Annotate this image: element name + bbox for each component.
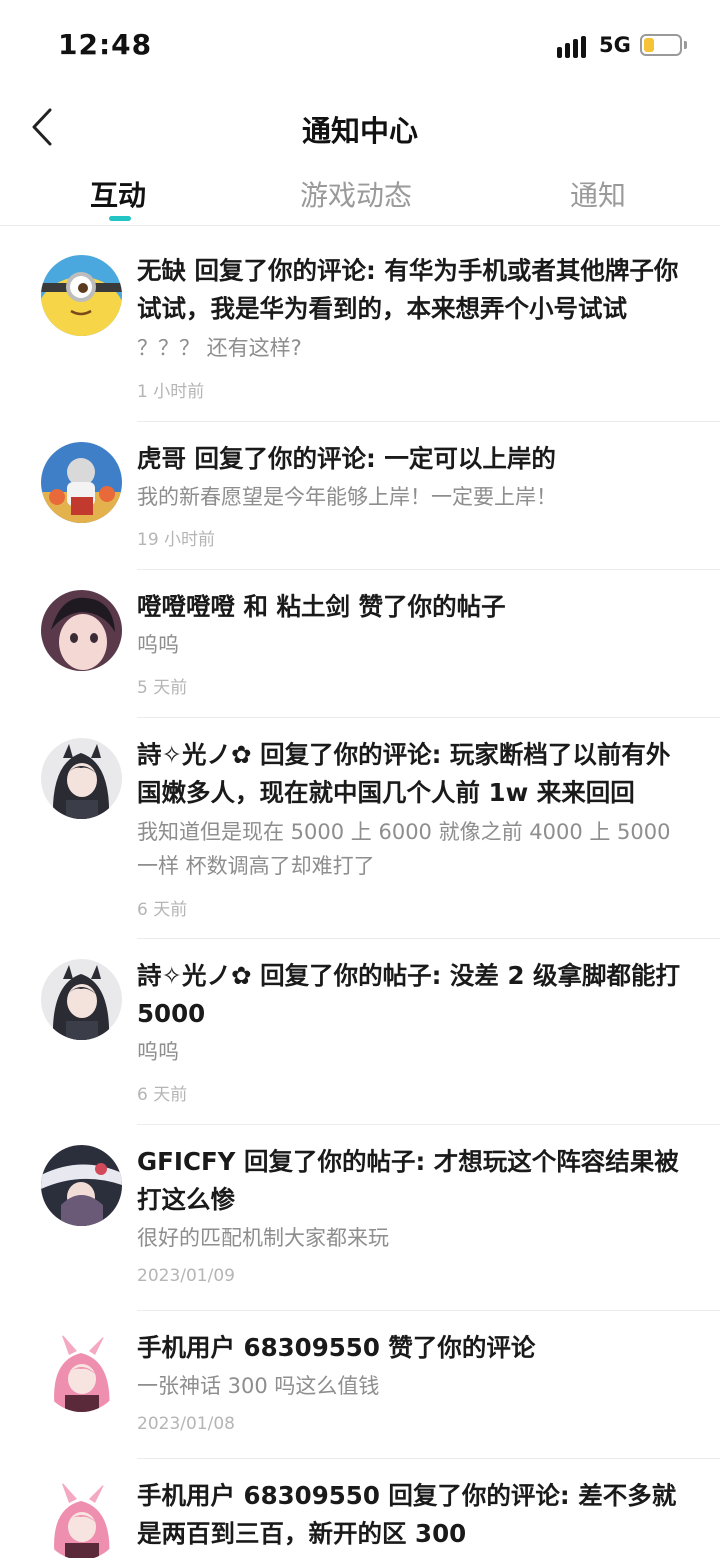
pink-hair-girl-avatar[interactable] xyxy=(41,1479,122,1558)
notification-time: 6 天前 xyxy=(137,900,188,920)
notification-content: 呜呜 xyxy=(137,633,179,657)
notification-content: 我知道但是现在 5000 上 6000 就像之前 4000 上 5000 一样 … xyxy=(137,820,671,878)
status-time: 12:48 xyxy=(58,28,153,61)
tab-game-news[interactable]: 游戏动态 xyxy=(300,174,412,214)
notification-time: 2023/01/08 xyxy=(137,1414,235,1434)
pink-hair-girl-avatar[interactable] xyxy=(41,1331,122,1412)
tab-bar: 互动 游戏动态 通知 xyxy=(0,166,720,226)
status-bar: 12:48 5G xyxy=(0,0,720,90)
notification-item[interactable]: 詩✧光ノ✿ 回复了你的帖子: 没差 2 级拿脚都能打 5000 呜呜 6 天前 xyxy=(0,939,720,1125)
notification-time: 1 小时前 xyxy=(137,382,205,402)
notification-time: 19 小时前 xyxy=(137,530,216,550)
battery-icon xyxy=(640,34,682,56)
notification-time: 6 天前 xyxy=(137,1085,188,1105)
anime-character-avatar[interactable] xyxy=(41,1145,122,1226)
page-title: 通知中心 xyxy=(301,114,418,148)
active-tab-indicator xyxy=(109,216,131,221)
notification-item[interactable]: 无缺 回复了你的评论: 有华为手机或者其他牌子你试试，我是华为看到的，本来想弄个… xyxy=(0,232,720,422)
notification-content: 一张神话 300 吗这么值钱 xyxy=(137,1374,380,1398)
notification-title: GFICFY 回复了你的帖子: 才想玩这个阵容结果被打这么惨 xyxy=(137,1147,679,1214)
signal-icon xyxy=(557,36,589,58)
notification-item[interactable]: 手机用户 68309550 赞了你的评论 一张神话 300 吗这么值钱 2023… xyxy=(0,1311,720,1459)
network-label: 5G xyxy=(599,33,631,57)
notification-item[interactable]: 手机用户 68309550 回复了你的评论: 差不多就是两百到三百，新开的区 3… xyxy=(0,1459,720,1558)
notification-item[interactable]: 虎哥 回复了你的评论: 一定可以上岸的 我的新春愿望是今年能够上岸！一定要上岸！… xyxy=(0,422,720,570)
anime-girl-dark-hair-avatar[interactable] xyxy=(41,959,122,1040)
battery-fill xyxy=(644,38,654,52)
notification-item[interactable]: 詩✧光ノ✿ 回复了你的评论: 玩家断档了以前有外国嫩多人，现在就中国几个人前 1… xyxy=(0,718,720,939)
notification-time: 2023/01/09 xyxy=(137,1266,235,1286)
anime-girl-dark-hair-avatar[interactable] xyxy=(41,738,122,819)
tab-notifications[interactable]: 通知 xyxy=(570,174,626,214)
notification-title: 噔噔噔噔 和 粘土剑 赞了你的帖子 xyxy=(137,592,506,621)
notification-content: 呜呜 xyxy=(137,1040,179,1064)
minion-avatar[interactable] xyxy=(41,255,122,336)
notification-item[interactable]: GFICFY 回复了你的帖子: 才想玩这个阵容结果被打这么惨 很好的匹配机制大家… xyxy=(0,1125,720,1311)
notification-content: 我的新春愿望是今年能够上岸！一定要上岸！ xyxy=(137,485,557,509)
notification-title: 詩✧光ノ✿ 回复了你的帖子: 没差 2 级拿脚都能打 5000 xyxy=(137,961,681,1028)
nav-bar: 通知中心 xyxy=(0,92,720,164)
notification-time: 5 天前 xyxy=(137,678,188,698)
notification-item[interactable]: 噔噔噔噔 和 粘土剑 赞了你的帖子 呜呜 5 天前 xyxy=(0,570,720,718)
notification-title: 无缺 回复了你的评论: 有华为手机或者其他牌子你试试，我是华为看到的，本来想弄个… xyxy=(137,256,679,323)
notification-title: 手机用户 68309550 赞了你的评论 xyxy=(137,1333,536,1362)
anime-boy-avatar[interactable] xyxy=(41,590,122,671)
battery-cap xyxy=(684,41,687,49)
notification-title: 虎哥 回复了你的评论: 一定可以上岸的 xyxy=(137,444,556,473)
tiger-character-avatar[interactable] xyxy=(41,442,122,523)
notification-content: ？？？ 还有这样? xyxy=(137,336,302,360)
notification-title: 詩✧光ノ✿ 回复了你的评论: 玩家断档了以前有外国嫩多人，现在就中国几个人前 1… xyxy=(137,740,671,807)
notification-list: 无缺 回复了你的评论: 有华为手机或者其他牌子你试试，我是华为看到的，本来想弄个… xyxy=(0,232,720,1558)
tab-interaction[interactable]: 互动 xyxy=(90,174,146,214)
notification-title: 手机用户 68309550 回复了你的评论: 差不多就是两百到三百，新开的区 3… xyxy=(137,1481,677,1548)
notification-content: 很好的匹配机制大家都来玩 xyxy=(137,1226,389,1250)
